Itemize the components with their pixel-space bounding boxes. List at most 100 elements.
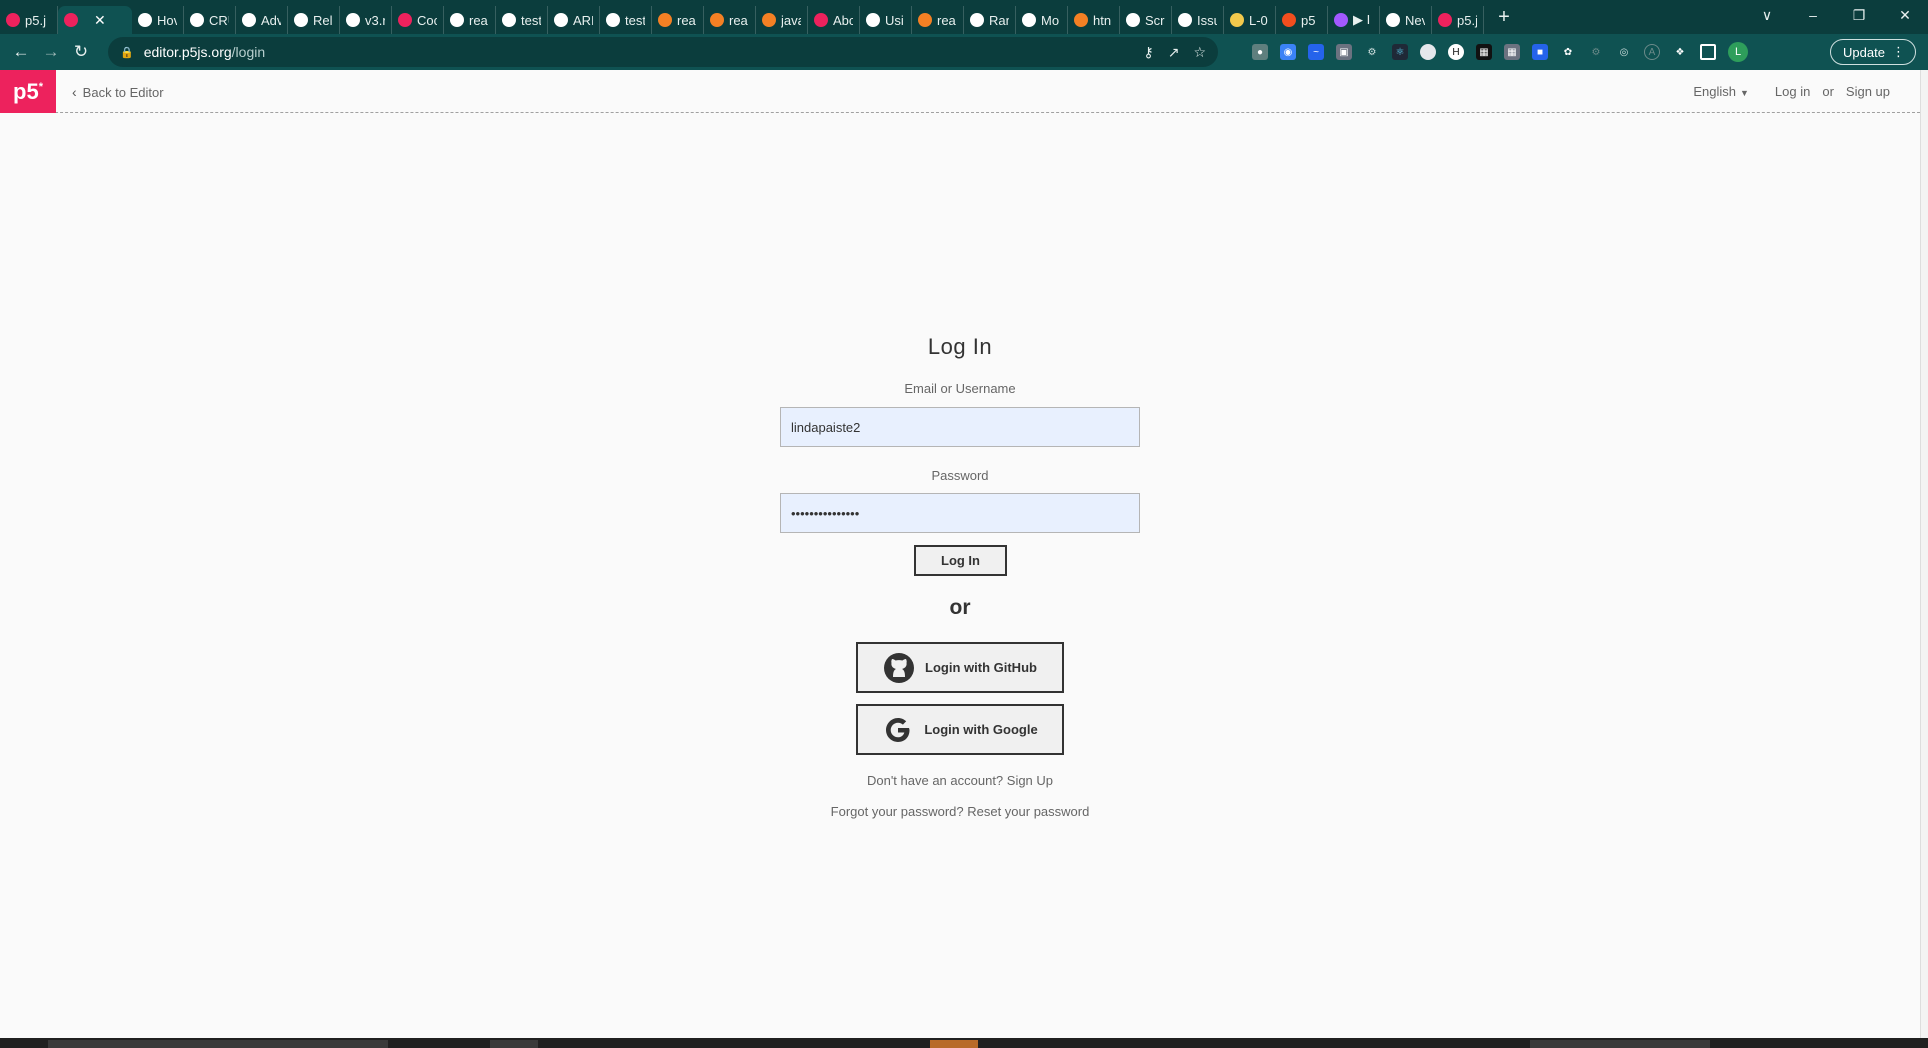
close-tab-icon[interactable]: ✕: [94, 12, 106, 29]
screenshot-extension-icon[interactable]: ◉: [1280, 44, 1296, 60]
browser-tab[interactable]: Abc: [808, 6, 860, 34]
password-field[interactable]: [780, 493, 1140, 533]
browser-tab-label: p5: [1301, 12, 1316, 28]
kebab-menu-icon[interactable]: ⋮: [1892, 44, 1905, 60]
browser-tab[interactable]: rea: [652, 6, 704, 34]
qr-extension-icon[interactable]: ▦: [1476, 44, 1492, 60]
archive-extension-icon[interactable]: ▣: [1336, 44, 1352, 60]
browser-tab[interactable]: Nev: [1380, 6, 1432, 34]
browser-tab-strip: p5.j ✕ Hov CRU Adv Rel v3.r Coc rea test ARI test re…: [0, 0, 1928, 34]
browser-tab[interactable]: Scr: [1120, 6, 1172, 34]
password-label: Password: [931, 468, 989, 483]
login-submit-button[interactable]: Log In: [914, 545, 1007, 576]
tab-search-button[interactable]: ∨: [1744, 7, 1790, 24]
figma-icon: [1334, 13, 1348, 27]
browser-tab[interactable]: ▶ I: [1328, 6, 1380, 34]
react-devtools-icon[interactable]: ⚛: [1392, 44, 1408, 60]
taskbar-item-active[interactable]: [930, 1040, 978, 1048]
redux-extension-icon[interactable]: ✿: [1560, 44, 1576, 60]
signup-prompt-link[interactable]: Don't have an account? Sign Up: [0, 773, 1920, 788]
browser-tab[interactable]: p5: [1276, 6, 1328, 34]
browser-tab[interactable]: p5.j: [0, 6, 58, 34]
blue-extension-icon[interactable]: ■: [1532, 44, 1548, 60]
signup-link[interactable]: Sign up: [1846, 84, 1890, 99]
browser-tab-label: java: [781, 12, 801, 28]
login-with-github-button[interactable]: Login with GitHub: [856, 642, 1064, 693]
browser-tab[interactable]: htn: [1068, 6, 1120, 34]
window-extension-icon[interactable]: ▦: [1504, 44, 1520, 60]
h-extension-icon[interactable]: H: [1448, 44, 1464, 60]
restore-button[interactable]: ❐: [1836, 7, 1882, 24]
taskbar-item[interactable]: [1530, 1040, 1710, 1048]
share-icon[interactable]: ↗: [1168, 44, 1180, 61]
taskbar-item[interactable]: [48, 1040, 388, 1048]
browser-tab[interactable]: v3.r: [340, 6, 392, 34]
login-with-google-button[interactable]: Login with Google: [856, 704, 1064, 755]
browser-tab-label: test: [625, 12, 645, 28]
browser-tab[interactable]: test: [496, 6, 548, 34]
browser-tab[interactable]: Hov: [132, 6, 184, 34]
lock-icon[interactable]: 🔒: [120, 46, 134, 59]
gear-extension-icon[interactable]: ⚙: [1364, 44, 1380, 60]
email-field[interactable]: [780, 407, 1140, 447]
reset-password-link[interactable]: Forgot your password? Reset your passwor…: [0, 804, 1920, 819]
browser-tab[interactable]: Coc: [392, 6, 444, 34]
wave-extension-icon[interactable]: ~: [1308, 44, 1324, 60]
star-icon[interactable]: ☆: [1193, 44, 1206, 61]
login-link[interactable]: Log in: [1775, 84, 1810, 99]
sidebar-icon[interactable]: [1700, 44, 1716, 60]
back-to-editor-link[interactable]: ‹ Back to Editor: [72, 84, 164, 100]
or-divider: or: [949, 596, 971, 619]
vercel-icon: [138, 13, 152, 27]
forward-arrow-icon[interactable]: →: [36, 42, 66, 62]
browser-tab[interactable]: Usi: [860, 6, 912, 34]
back-arrow-icon[interactable]: ←: [6, 42, 36, 62]
minimize-button[interactable]: –: [1790, 7, 1836, 23]
browser-tab[interactable]: Adv: [236, 6, 288, 34]
key-icon[interactable]: ⚷: [1143, 44, 1153, 61]
profile-avatar[interactable]: L: [1728, 42, 1748, 62]
browser-tab[interactable]: p5.j: [1432, 6, 1484, 34]
header-nav: English ▼ Log in or Sign up: [1693, 84, 1890, 99]
github-icon: [970, 13, 984, 27]
prisma-icon: [190, 13, 204, 27]
browser-tab[interactable]: java: [756, 6, 808, 34]
browser-tab[interactable]: L-0: [1224, 6, 1276, 34]
puzzle-extensions-icon[interactable]: ❖: [1672, 44, 1688, 60]
back-to-editor-label: Back to Editor: [82, 84, 164, 100]
browser-tab-label: rea: [677, 12, 696, 28]
camera-extension-icon[interactable]: ●: [1252, 44, 1268, 60]
update-button[interactable]: Update ⋮: [1830, 39, 1916, 65]
browser-tab[interactable]: Rel: [288, 6, 340, 34]
p5-logo[interactable]: p5 *: [0, 70, 56, 113]
target-extension-icon[interactable]: ◎: [1616, 44, 1632, 60]
new-tab-button[interactable]: +: [1494, 6, 1514, 29]
browser-tab[interactable]: test: [600, 6, 652, 34]
browser-tab[interactable]: CRU: [184, 6, 236, 34]
browser-tab[interactable]: rea: [912, 6, 964, 34]
page-scrollbar[interactable]: [1920, 70, 1928, 1038]
browser-tab[interactable]: rea: [444, 6, 496, 34]
a-extension-icon[interactable]: A: [1644, 44, 1660, 60]
circle-extension-icon[interactable]: [1420, 44, 1436, 60]
browser-tab[interactable]: ARI: [548, 6, 600, 34]
globe-icon: [1126, 13, 1140, 27]
language-label: English: [1693, 84, 1736, 99]
language-dropdown[interactable]: English ▼: [1693, 84, 1749, 99]
browser-tab[interactable]: Issu: [1172, 6, 1224, 34]
browser-tab-label: test: [521, 12, 541, 28]
address-bar[interactable]: 🔒 editor.p5js.org/login ⚷ ↗ ☆: [108, 37, 1218, 67]
bug-icon: [398, 13, 412, 27]
browser-tab-label: Ran: [989, 12, 1009, 28]
browser-tab-label: v3.r: [365, 12, 385, 28]
gear-muted-extension-icon[interactable]: ⚙: [1588, 44, 1604, 60]
browser-tab[interactable]: ✕: [58, 6, 132, 34]
taskbar-item[interactable]: [490, 1040, 538, 1048]
browser-tab[interactable]: Ran: [964, 6, 1016, 34]
reload-icon[interactable]: ↻: [66, 42, 96, 62]
browser-tab[interactable]: rea: [704, 6, 756, 34]
github-label: Login with GitHub: [925, 660, 1037, 675]
logo-text: p5: [13, 78, 39, 104]
close-window-button[interactable]: ✕: [1882, 7, 1928, 24]
browser-tab[interactable]: Mo: [1016, 6, 1068, 34]
